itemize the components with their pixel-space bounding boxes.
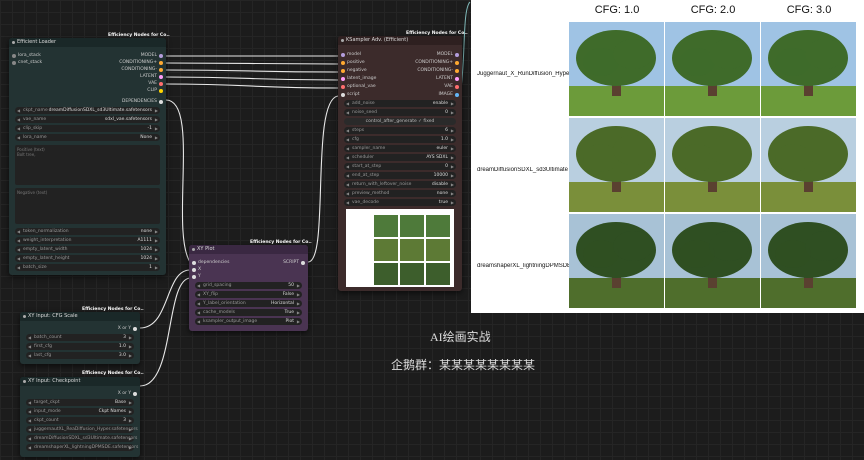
ckpt-name-1[interactable]: juggernautXL_ReaDiffusion_Hyper.safetens… [26,426,138,433]
ksampler-node[interactable]: KSampler Adv. (Efficient) model MODEL pos… [338,36,462,291]
sampler-input-optional-vae[interactable]: optional_vae [347,83,376,90]
sampler-vae-decode[interactable]: vae_decodetrue [344,199,456,206]
ckpt-count[interactable]: ckpt_count3 [26,417,134,424]
loader-input-cnet-stack[interactable]: cnet_stack [18,59,42,66]
cfg-first-cfg[interactable]: first_cfg1.0 [26,343,134,350]
ckptnode-output[interactable]: X or Y [118,390,131,397]
ckptnode-badge: Efficiency Nodes for Co.. [82,371,144,376]
plot-image-cell [761,118,856,212]
loader-clip-skip[interactable]: clip_skip-1 [15,125,160,132]
cfgnode-title[interactable]: XY Input: CFG Scale [20,312,140,321]
sampler-input-model[interactable]: model [347,51,361,58]
xyplot-grid-spacing[interactable]: grid_spacing50 [195,282,302,289]
xy-plot-node[interactable]: XY Plot dependencies SCRIPT X Y grid_spac… [189,245,308,331]
overlay-title: AI绘画实战 [430,330,491,344]
loader-output-vae[interactable]: VAE [148,80,157,87]
sampler-input-positive[interactable]: positive [347,59,365,66]
loader-latent-width[interactable]: empty_latent_width1024 [15,246,160,253]
loader-input-lora-stack[interactable]: lora_stack [18,52,41,59]
loader-latent-height[interactable]: empty_latent_height1024 [15,255,160,262]
plot-image-cell [761,214,856,308]
loader-ckpt-name[interactable]: ckpt_namedreamDiffusionSDXL_sd3Ultimate.… [15,107,160,114]
loader-output-clip[interactable]: CLIP [147,87,157,94]
xyplot-y-label-orientation[interactable]: Y_label_orientationHorizontal [195,300,302,307]
sampler-return-leftover-noise[interactable]: return_with_leftover_noisedisable [344,181,456,188]
xy-input-checkpoint-node[interactable]: XY Input: Checkpoint X or Y target_ckptB… [20,377,140,457]
ckpt-name-2[interactable]: dreamDiffusionSDXL_sd3Ultimate.safetenso… [26,435,137,442]
xy-input-cfg-node[interactable]: XY Input: CFG Scale X or Y batch_count3 … [20,312,140,364]
sampler-scheduler[interactable]: schedulerAYS SDXL [344,154,456,161]
xyplot-output-script[interactable]: SCRIPT [283,259,299,266]
loader-token-normalization[interactable]: token_normalizationnone [15,228,160,235]
ckpt-input-mode[interactable]: input_modeCkpt Names [26,408,134,415]
plot-image-cell [569,214,664,308]
ckpt-name-3[interactable]: dreamshaperXL_lightningDPMSDE.safetensor… [26,444,138,451]
sampler-steps[interactable]: steps6 [344,127,456,134]
plot-image-cell [665,214,760,308]
cfg-last-cfg[interactable]: last_cfg3.0 [26,352,134,359]
loader-output-model[interactable]: MODEL [141,52,157,59]
loader-title[interactable]: Efficient Loader [9,38,166,47]
row-label-juggernaut: Juggernaut_X_RunDiffusion_Hyper [477,71,569,77]
xyplot-cache-models[interactable]: cache_modelsTrue [195,309,302,316]
loader-vae-name[interactable]: vae_namesdxl_vae.safetensors [15,116,160,123]
loader-output-dependencies[interactable]: DEPENDENCIES [122,98,157,105]
plot-image-cell [665,22,760,116]
sampler-output-latent[interactable]: LATENT [436,75,453,82]
row-label-dreamshaper: dreamshaperXL_lightningDPMSDE [477,263,569,269]
efficient-loader-node[interactable]: Efficient Loader lora_stack MODEL cnet_st… [9,38,166,275]
loader-weight-interpretation[interactable]: weight_interpretationA1111 [15,237,160,244]
plot-image-cell [569,118,664,212]
preview-grid-thumbnail [374,215,450,285]
sampler-preview-image[interactable] [346,209,454,287]
sampler-output-cond-neg[interactable]: CONDITIONING- [417,67,453,74]
sampler-input-negative[interactable]: negative [347,67,367,74]
sampler-sampler-name[interactable]: sampler_nameeuler [344,145,456,152]
positive-prompt-textarea[interactable]: Positive (text) Bolt tree, [15,145,160,185]
sampler-input-script[interactable]: script [347,91,360,98]
xyplot-xy-flip[interactable]: XY_flipFalse [195,291,302,298]
sampler-noise-seed[interactable]: noise_seed0 [344,109,456,116]
column-header-cfg3: CFG: 3.0 [786,4,832,16]
negative-prompt-textarea[interactable]: Negative (text) [15,188,160,224]
control-after-generate-button[interactable]: control_after_generate ✓ fixed [344,118,456,125]
column-header-cfg1: CFG: 1.0 [594,4,640,16]
cfg-batch-count[interactable]: batch_count3 [26,334,134,341]
sampler-add-noise[interactable]: add_noiseenable [344,100,456,107]
xyplot-title[interactable]: XY Plot [189,245,308,254]
cfgnode-output[interactable]: X or Y [118,325,131,332]
sampler-start-at-step[interactable]: start_at_step0 [344,163,456,170]
loader-output-conditioning-neg[interactable]: CONDITIONING- [121,66,157,73]
plot-image-cell [569,22,664,116]
sampler-output-vae[interactable]: VAE [444,83,453,90]
sampler-cfg[interactable]: cfg1.0 [344,136,456,143]
xyplot-ksampler-output-image[interactable]: ksampler_output_imagePlot [195,318,302,325]
plot-image-cell [665,118,760,212]
sampler-title[interactable]: KSampler Adv. (Efficient) [338,36,462,45]
xy-plot-output-image[interactable]: CFG: 1.0 CFG: 2.0 CFG: 3.0 Juggernaut_X_… [471,0,864,313]
ckpt-target-ckpt[interactable]: target_ckptBase [26,399,134,406]
overlay-subtitle: 企鹅群：某某某某某某某某 [391,358,536,372]
column-header-cfg2: CFG: 2.0 [690,4,736,16]
ckptnode-title[interactable]: XY Input: Checkpoint [20,377,140,386]
loader-output-latent[interactable]: LATENT [140,73,157,80]
sampler-preview-method[interactable]: preview_methodnone [344,190,456,197]
sampler-output-model[interactable]: MODEL [437,51,453,58]
loader-lora-name[interactable]: lora_nameNone [15,134,160,141]
plot-image-cell [761,22,856,116]
loader-output-conditioning-pos[interactable]: CONDITIONING+ [119,59,157,66]
xyplot-input-x[interactable]: X [198,266,201,273]
sampler-input-latent[interactable]: latent_image [347,75,376,82]
sampler-output-cond-pos[interactable]: CONDITIONING+ [415,59,453,66]
loader-batch-size[interactable]: batch_size1 [15,264,160,271]
sampler-output-image[interactable]: IMAGE [438,91,453,98]
xyplot-input-y[interactable]: Y [198,273,201,280]
sampler-end-at-step[interactable]: end_at_step10000 [344,172,456,179]
row-label-dreamdiffusion: dreamDiffusionSDXL_sd3Ultimate [477,167,568,173]
xyplot-input-dependencies[interactable]: dependencies [198,259,229,266]
